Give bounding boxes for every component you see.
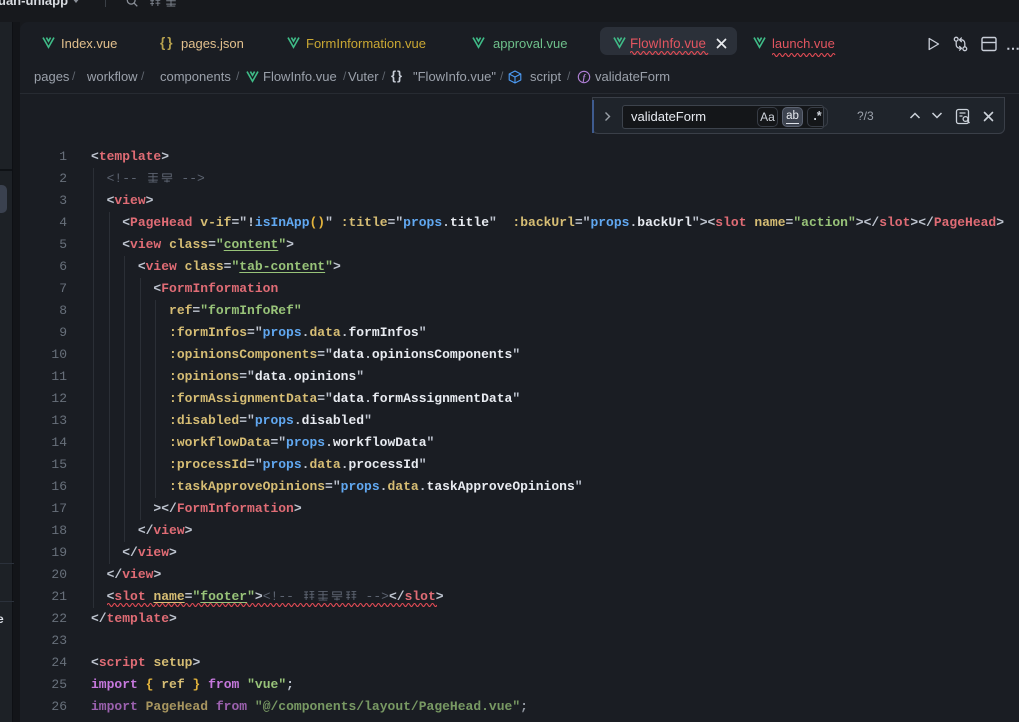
svg-text:f: f [583, 72, 587, 82]
